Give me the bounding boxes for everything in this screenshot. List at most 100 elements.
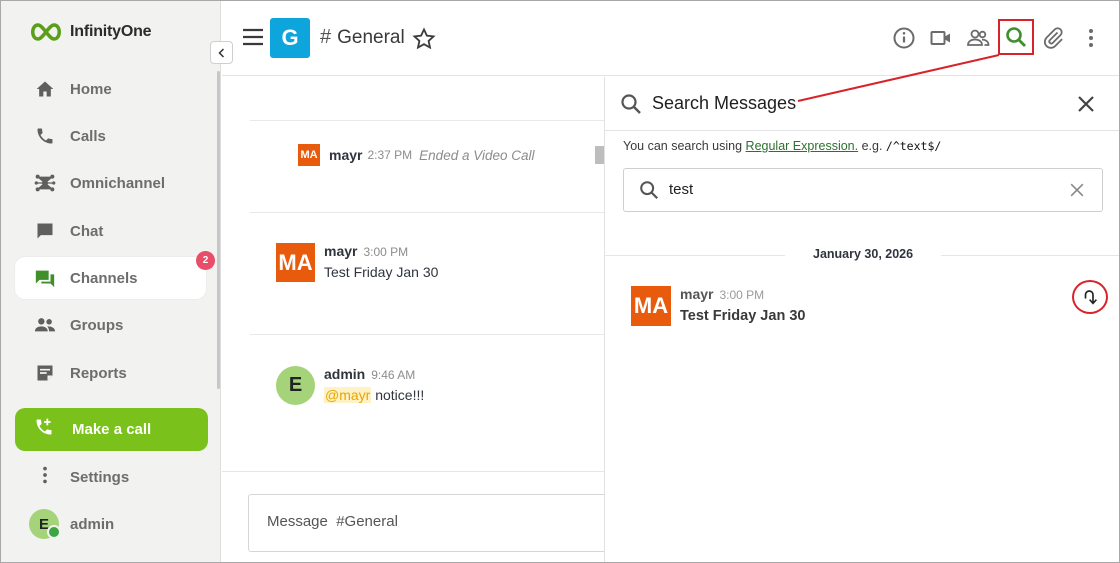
avatar-initials: MA bbox=[633, 293, 669, 318]
avatar: E bbox=[276, 366, 315, 405]
avatar: MA bbox=[298, 144, 320, 166]
avatar-initials: MA bbox=[300, 149, 318, 161]
message-scrollbar[interactable] bbox=[595, 146, 604, 164]
star-icon[interactable] bbox=[412, 27, 436, 51]
search-input[interactable] bbox=[669, 181, 1049, 198]
message-author[interactable]: mayr bbox=[324, 243, 357, 259]
brand-name: InfinityOne bbox=[70, 23, 152, 40]
sidebar: InfinityOne Home Calls Omnichannel Chat … bbox=[1, 1, 221, 562]
hamburger-menu-icon[interactable] bbox=[242, 27, 264, 47]
search-messages-button[interactable] bbox=[998, 19, 1034, 55]
panel-title: Search Messages bbox=[652, 93, 797, 113]
reports-icon bbox=[34, 362, 56, 384]
sidebar-item-label: Channels bbox=[70, 269, 138, 287]
room-avatar: G bbox=[270, 18, 310, 58]
sidebar-item-label: Calls bbox=[70, 127, 106, 145]
message-author[interactable]: admin bbox=[324, 366, 365, 382]
sidebar-item-label: Groups bbox=[70, 316, 124, 334]
hash-icon: # bbox=[320, 26, 332, 48]
avatar: E bbox=[29, 509, 61, 539]
sidebar-scrollbar[interactable] bbox=[217, 71, 220, 389]
search-result-item[interactable]: MA mayr 3:00 PM Test Friday Jan 30 bbox=[631, 286, 805, 326]
message-time: 3:00 PM bbox=[719, 288, 765, 302]
omnichannel-icon bbox=[34, 172, 56, 194]
sidebar-item-groups[interactable]: Groups bbox=[15, 304, 206, 346]
kebab-menu-icon bbox=[34, 464, 56, 491]
hint-prefix: You can search using bbox=[623, 139, 746, 153]
sidebar-item-label: Home bbox=[70, 80, 112, 98]
app-window: InfinityOne Home Calls Omnichannel Chat … bbox=[0, 0, 1120, 563]
list-item[interactable]: E admin 9:46 AM @mayr notice!!! bbox=[276, 366, 424, 405]
video-camera-icon bbox=[930, 31, 950, 45]
members-icon bbox=[967, 29, 990, 46]
make-call-button[interactable]: Make a call bbox=[15, 408, 208, 451]
search-messages-panel: Search Messages You can search using Reg… bbox=[604, 77, 1119, 562]
jump-to-message-button[interactable] bbox=[1072, 280, 1108, 314]
room-info-button[interactable] bbox=[891, 25, 917, 51]
room-more-button[interactable] bbox=[1078, 25, 1104, 51]
user-name: admin bbox=[70, 515, 115, 533]
infinity-logo-icon bbox=[31, 23, 61, 41]
message-composer[interactable] bbox=[248, 494, 628, 552]
video-call-button[interactable] bbox=[928, 25, 954, 51]
chat-icon bbox=[34, 220, 56, 242]
message-input[interactable] bbox=[267, 513, 597, 530]
room-name: General bbox=[337, 26, 405, 48]
panel-header: Search Messages bbox=[605, 77, 1119, 131]
regex-help-link[interactable]: Regular Expression. bbox=[746, 139, 859, 153]
close-icon[interactable] bbox=[1074, 92, 1098, 116]
settings-button[interactable]: Settings bbox=[15, 456, 206, 498]
search-box[interactable] bbox=[623, 168, 1103, 212]
message-text: Test Friday Jan 30 bbox=[680, 308, 806, 324]
settings-label: Settings bbox=[70, 468, 130, 486]
message-author[interactable]: mayr bbox=[680, 286, 713, 302]
sidebar-item-label: Chat bbox=[70, 222, 104, 240]
date-label: January 30, 2026 bbox=[785, 247, 942, 261]
paperclip-icon bbox=[1044, 27, 1063, 49]
sidebar-item-reports[interactable]: Reports bbox=[15, 352, 206, 394]
files-button[interactable] bbox=[1040, 25, 1066, 51]
search-hint: You can search using Regular Expression.… bbox=[623, 139, 941, 153]
members-button[interactable] bbox=[965, 25, 991, 51]
sidebar-item-home[interactable]: Home bbox=[15, 68, 206, 110]
message-time: 9:46 AM bbox=[371, 368, 416, 382]
message-time: 3:00 PM bbox=[363, 245, 409, 259]
room-header: G # General bbox=[222, 1, 1119, 76]
online-status-icon bbox=[47, 525, 61, 539]
avatar: MA bbox=[276, 243, 315, 282]
sidebar-item-label: Reports bbox=[70, 364, 127, 382]
sidebar-item-label: Omnichannel bbox=[70, 174, 166, 192]
avatar: MA bbox=[631, 286, 671, 326]
divider bbox=[250, 334, 604, 335]
message-author[interactable]: mayr bbox=[329, 147, 362, 163]
avatar-initials: E bbox=[288, 374, 303, 396]
sidebar-item-omnichannel[interactable]: Omnichannel bbox=[15, 162, 206, 204]
system-message[interactable]: MA mayr 2:37 PM Ended a Video Call bbox=[298, 144, 535, 166]
room-initial: G bbox=[281, 25, 299, 50]
hint-example: /^text$/ bbox=[885, 139, 942, 153]
groups-icon bbox=[34, 314, 56, 336]
brand-logo: InfinityOne bbox=[28, 21, 152, 43]
sidebar-item-calls[interactable]: Calls bbox=[15, 115, 206, 157]
message-text-rest: notice!!! bbox=[371, 387, 425, 403]
hint-mid: e.g. bbox=[858, 139, 886, 153]
message-list[interactable]: MA mayr 2:37 PM Ended a Video Call MA ma… bbox=[222, 77, 604, 470]
sidebar-item-chat[interactable]: Chat bbox=[15, 210, 206, 252]
list-item[interactable]: MA mayr 3:00 PM Test Friday Jan 30 bbox=[276, 243, 438, 282]
room-title: # General bbox=[320, 26, 405, 49]
collapse-sidebar-button[interactable] bbox=[210, 41, 233, 64]
phone-icon bbox=[34, 125, 56, 147]
divider bbox=[250, 212, 604, 213]
home-icon bbox=[34, 78, 56, 100]
sidebar-item-channels[interactable]: Channels 2 bbox=[15, 251, 215, 299]
search-icon bbox=[640, 181, 659, 200]
user-mention[interactable]: @mayr bbox=[324, 387, 372, 403]
unread-badge: 2 bbox=[196, 251, 215, 270]
phone-add-icon bbox=[34, 417, 54, 442]
search-icon bbox=[1006, 27, 1026, 47]
clear-icon[interactable] bbox=[1067, 180, 1087, 200]
jump-arrow-icon bbox=[1084, 290, 1097, 305]
message-text: @mayr notice!!! bbox=[324, 387, 424, 403]
info-icon bbox=[893, 27, 915, 49]
current-user[interactable]: E admin bbox=[29, 509, 114, 539]
